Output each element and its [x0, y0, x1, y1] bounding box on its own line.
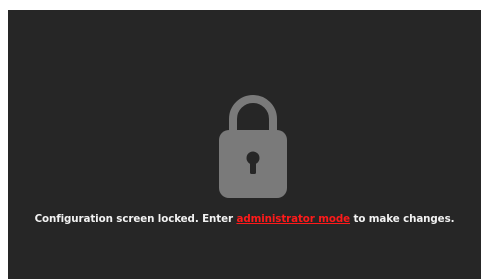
- lock-message-prefix: Configuration screen locked. Enter: [34, 213, 237, 225]
- lock-message: Configuration screen locked. Enter admin…: [8, 213, 481, 225]
- lock-message-suffix: to make changes.: [350, 213, 455, 225]
- padlock-icon: [219, 95, 287, 198]
- administrator-mode-link[interactable]: administrator mode: [236, 213, 350, 225]
- locked-config-panel: Configuration screen locked. Enter admin…: [8, 10, 481, 279]
